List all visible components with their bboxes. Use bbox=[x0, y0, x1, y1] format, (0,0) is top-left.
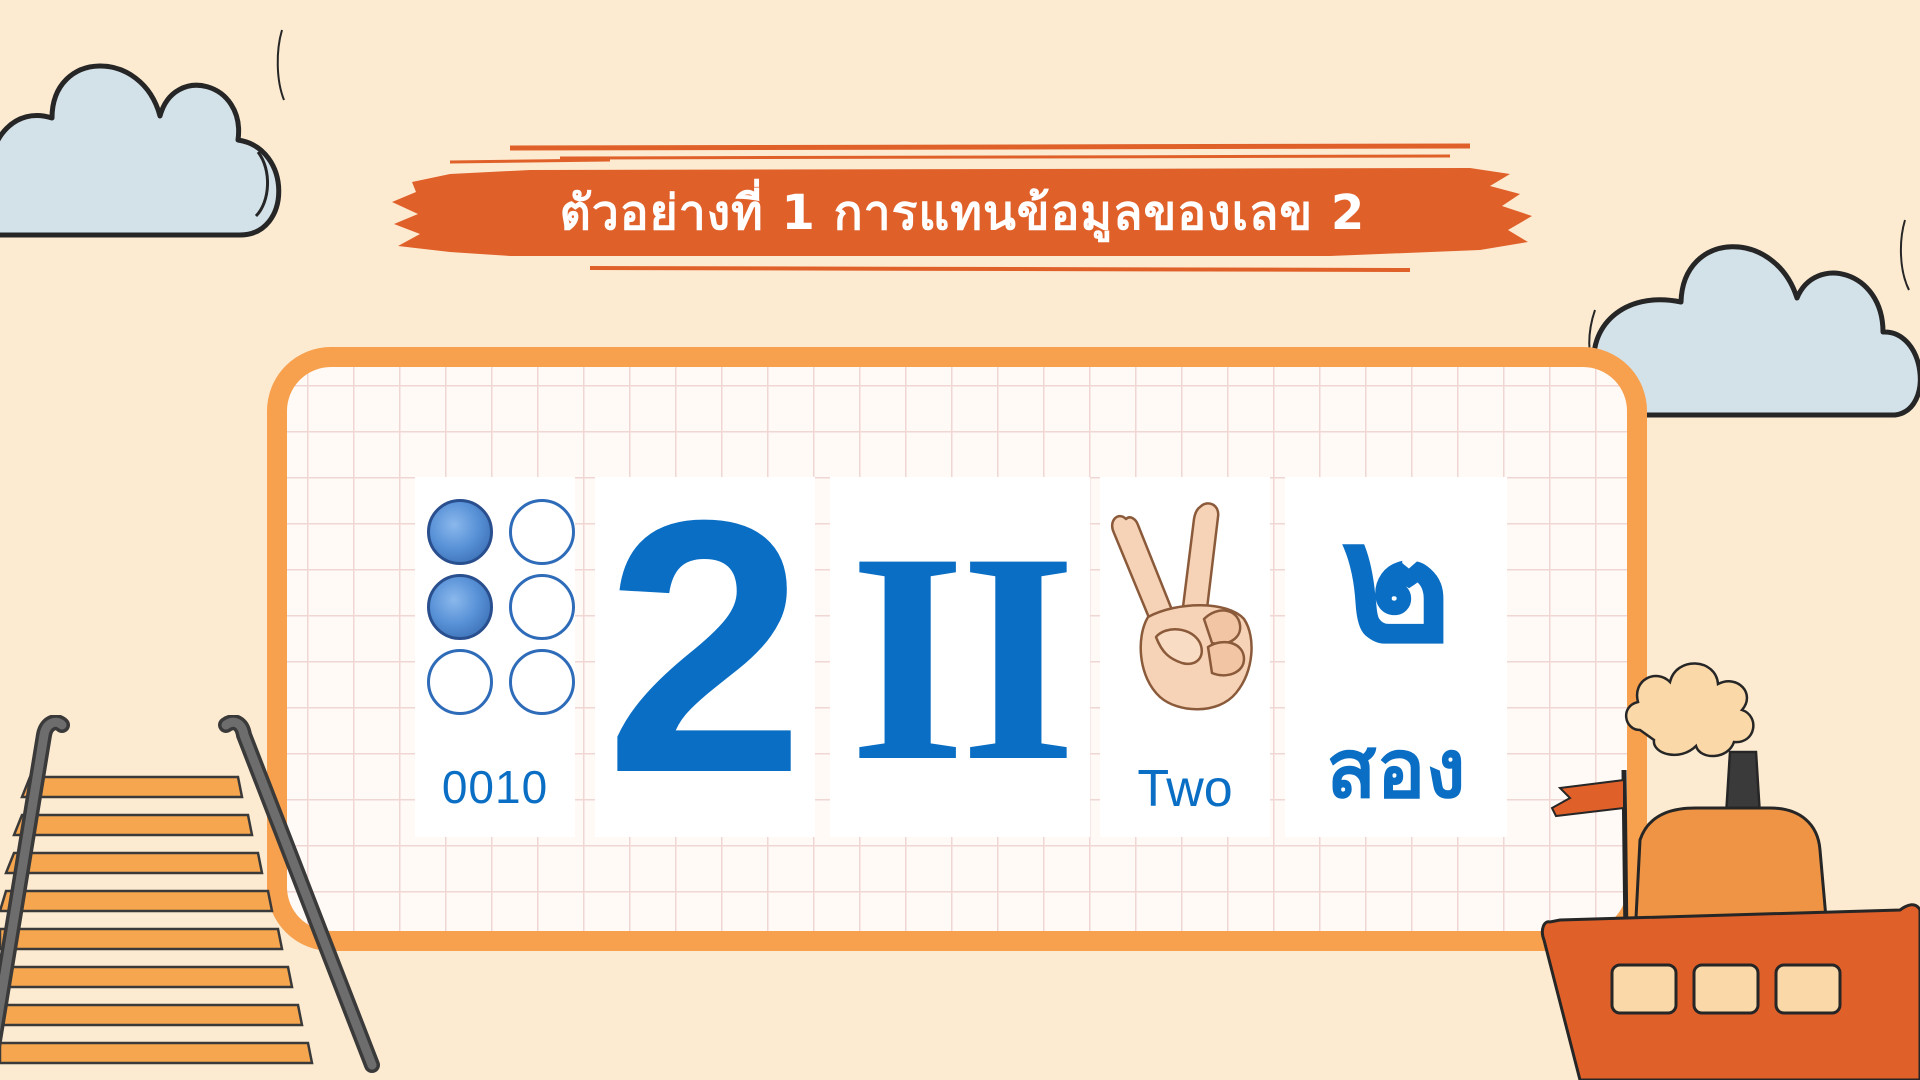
braille-dot-empty bbox=[509, 649, 575, 715]
roman-numeral-card: II bbox=[830, 477, 1090, 837]
binary-code: 0010 bbox=[441, 761, 549, 813]
cloud-icon bbox=[0, 29, 285, 238]
steamboat-icon bbox=[1540, 662, 1920, 1080]
hand-gesture-card: Two bbox=[1100, 477, 1270, 837]
arabic-numeral: 2 bbox=[604, 446, 806, 848]
braille-dot-empty bbox=[509, 499, 575, 565]
braille-card: 0010 bbox=[415, 477, 575, 837]
braille-dot-empty bbox=[509, 574, 575, 640]
ladder-icon bbox=[0, 715, 380, 1073]
braille-dot-filled bbox=[427, 574, 493, 640]
page-title: ตัวอย่างที่ 1 การแทนข้อมูลของเลข 2 bbox=[559, 185, 1366, 241]
braille-dot-filled bbox=[427, 499, 493, 565]
roman-numeral: II bbox=[849, 491, 1077, 823]
thai-word: สอง bbox=[1326, 722, 1466, 817]
english-word: Two bbox=[1137, 760, 1233, 818]
victory-hand-icon bbox=[1110, 502, 1253, 711]
braille-dot-empty bbox=[427, 649, 493, 715]
thai-numeral-card: ๒ สอง bbox=[1285, 477, 1507, 837]
thai-numeral: ๒ bbox=[1339, 484, 1453, 682]
arabic-numeral-card: 2 bbox=[595, 446, 815, 848]
